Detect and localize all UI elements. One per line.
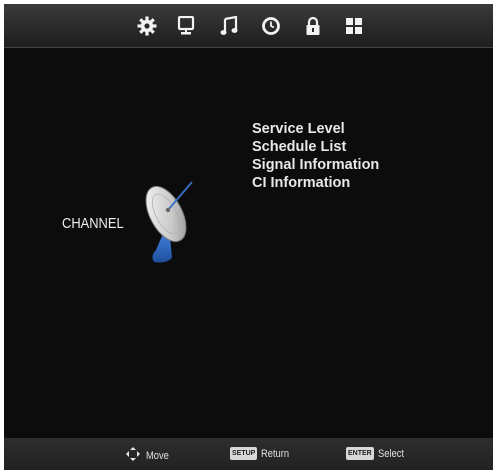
hint-move: Move [126,447,173,464]
satellite-dish-icon [142,174,202,279]
menu-item-ci-information[interactable]: CI Information [252,174,379,192]
music-note-icon[interactable] [217,14,241,38]
category-tab-bar [4,4,493,48]
hint-move-label: Move [146,449,169,462]
menu-item-service-level[interactable]: Service Level [252,120,379,138]
clock-icon[interactable] [259,14,283,38]
hint-return: SETUP Return [230,447,294,460]
menu-item-schedule-list[interactable]: Schedule List [252,138,379,156]
gear-icon[interactable] [135,14,159,38]
arrows-icon [126,447,140,464]
hint-select-label: Select [377,447,404,460]
help-bar: Move SETUP Return ENTER Select [4,438,493,470]
section-title: CHANNEL [62,215,124,232]
grid-icon[interactable] [342,14,366,38]
lock-icon[interactable] [301,14,325,38]
channel-menu-list: Service Level Schedule List Signal Infor… [252,120,379,192]
monitor-icon[interactable] [174,14,198,38]
hint-select: ENTER Select [346,447,408,460]
setup-key-badge: SETUP [230,447,258,460]
menu-item-signal-information[interactable]: Signal Information [252,156,379,174]
tv-menu-screen: Service Level Schedule List Signal Infor… [4,4,493,470]
hint-return-label: Return [261,447,290,460]
enter-key-badge: ENTER [346,447,374,460]
